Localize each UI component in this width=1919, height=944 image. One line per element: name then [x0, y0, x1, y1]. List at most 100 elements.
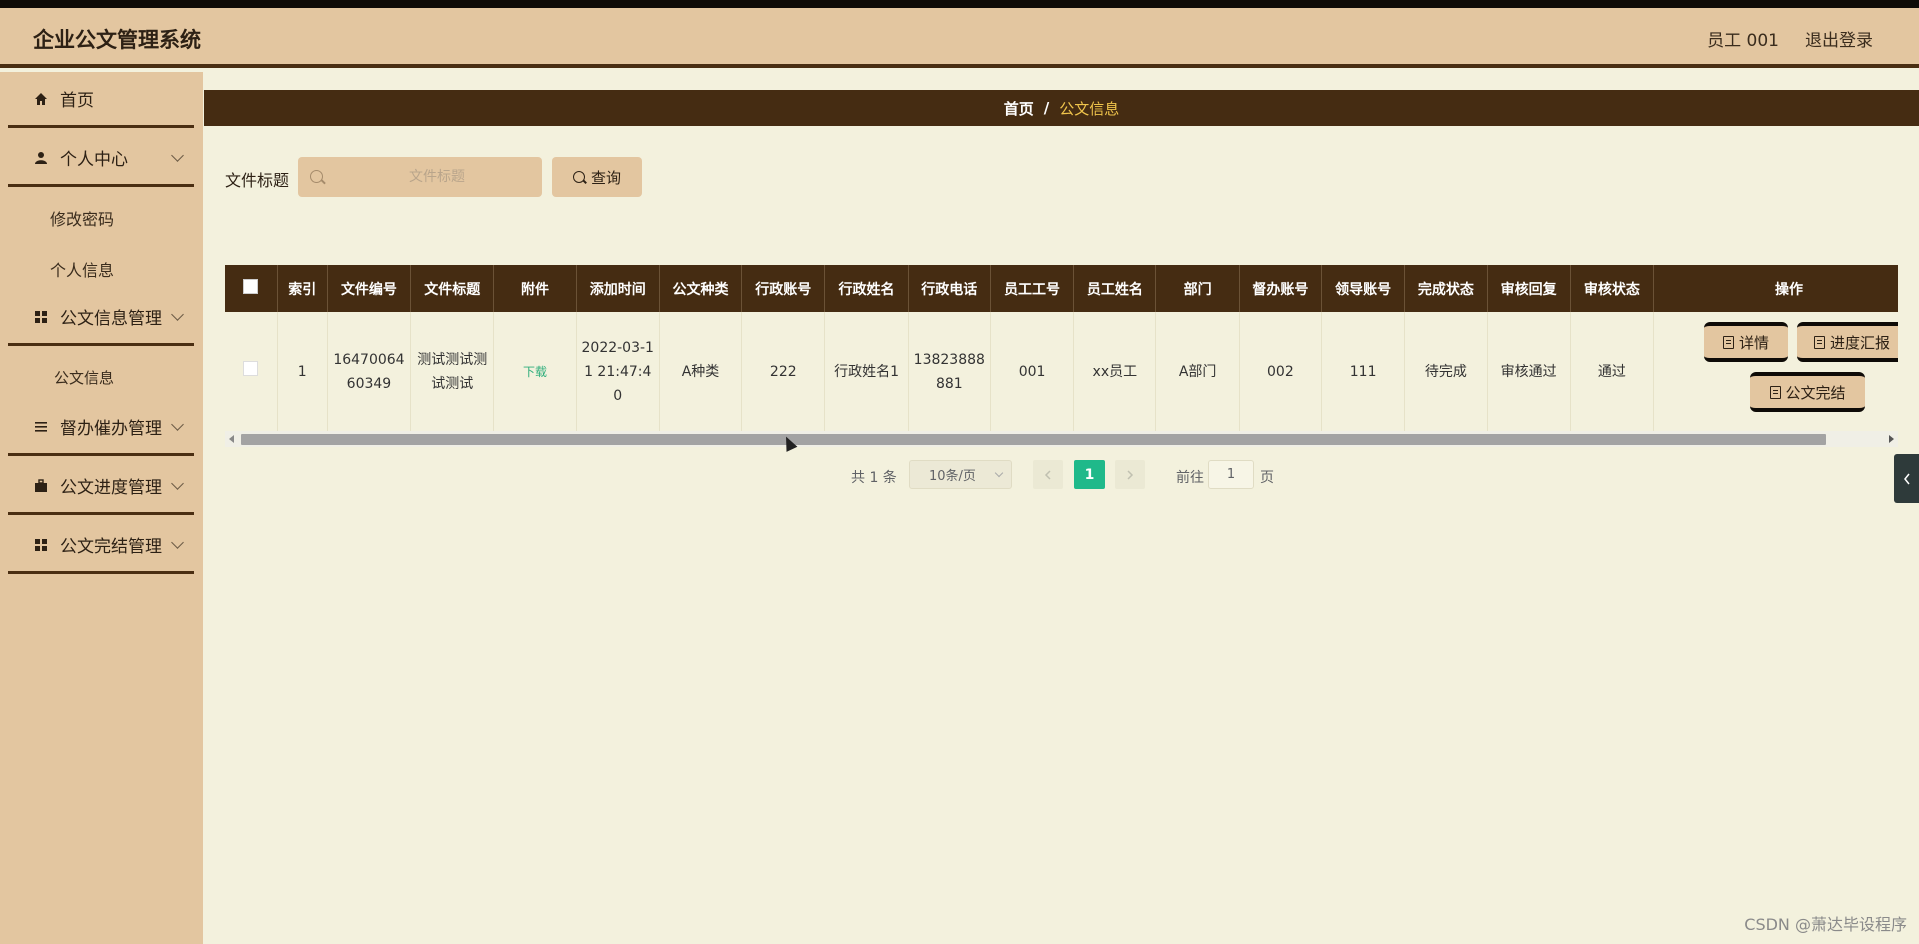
scroll-left-icon[interactable] [229, 435, 234, 443]
header-right: 员工 001 退出登录 [1707, 26, 1873, 51]
breadcrumb-current: 公文信息 [1059, 99, 1120, 118]
home-icon [32, 90, 50, 108]
table-header-row: 索引 文件编号 文件标题 附件 添加时间 公文种类 行政账号 行政姓名 行政电话… [225, 265, 1898, 312]
column-header: 行政账号 [741, 265, 826, 312]
search-label: 文件标题 [225, 171, 290, 190]
chevron-down-icon [171, 149, 184, 162]
header: 企业公文管理系统 员工 001 退出登录 [0, 8, 1919, 68]
next-page-button[interactable] [1115, 460, 1145, 489]
sidebar-item-document-info-management[interactable]: 公文信息管理 [8, 290, 194, 346]
sidebar-item-label: 首页 [60, 91, 94, 111]
main-top-edge [203, 72, 1919, 84]
cell-title: 测试测试测试测试 [410, 312, 495, 433]
column-header: 部门 [1155, 265, 1240, 312]
column-header: 公文种类 [659, 265, 743, 312]
search-icon [572, 171, 585, 183]
select-all-checkbox[interactable] [243, 279, 259, 294]
detail-button[interactable]: 详情 [1704, 322, 1789, 362]
complete-document-button[interactable]: 公文完结 [1750, 372, 1866, 412]
column-header: 索引 [277, 265, 328, 312]
cell-actions: 详情 进度汇报 公文完结 [1653, 312, 1898, 433]
cell-supervisor: 002 [1239, 312, 1323, 433]
app-title: 企业公文管理系统 [33, 28, 201, 52]
select-all-cell [225, 265, 278, 312]
page-size-select[interactable]: 10条/页 [909, 460, 1012, 489]
column-header: 行政姓名 [824, 265, 909, 312]
cell-index: 1 [277, 312, 328, 433]
row-checkbox[interactable] [243, 361, 259, 376]
grid-icon [32, 536, 50, 554]
cell-admin-phone: 13823888881 [908, 312, 991, 433]
cell-leader: 111 [1321, 312, 1406, 433]
sidebar-item-label: 公文信息管理 [60, 309, 162, 329]
action-buttons: 详情 进度汇报 公文完结 [1654, 312, 1898, 432]
pagination-total: 共 1 条 [851, 470, 897, 486]
progress-report-button-label: 进度汇报 [1830, 334, 1891, 352]
cell-category: A种类 [659, 312, 743, 433]
cell-attachment: 下载 [493, 312, 577, 433]
search-icon [310, 170, 323, 183]
page-number-current[interactable]: 1 [1074, 460, 1105, 489]
scroll-right-icon[interactable] [1889, 435, 1894, 443]
breadcrumb-home[interactable]: 首页 [1004, 98, 1034, 119]
chevron-down-icon [171, 536, 184, 549]
current-user[interactable]: 员工 001 [1707, 26, 1779, 51]
chevron-right-icon [1127, 469, 1134, 480]
sidebar-item-label: 公文进度管理 [60, 478, 162, 498]
sidebar-subitem-document-info[interactable]: 公文信息 [54, 367, 114, 388]
sidebar-item-label: 个人中心 [60, 150, 128, 170]
column-header: 督办账号 [1239, 265, 1323, 312]
list-icon [32, 418, 50, 436]
briefcase-icon [32, 477, 50, 495]
column-header: 员工姓名 [1073, 265, 1157, 312]
user-icon [32, 149, 50, 167]
logout-link[interactable]: 退出登录 [1805, 26, 1873, 51]
query-button-label: 查询 [590, 169, 621, 187]
column-header: 文件标题 [410, 265, 495, 312]
chevron-down-icon [171, 308, 184, 321]
cell-review-reply: 审核通过 [1487, 312, 1571, 433]
sidebar-item-supervision-management[interactable]: 督办催办管理 [8, 400, 194, 456]
sidebar-item-personal-center[interactable]: 个人中心 [8, 131, 194, 187]
sidebar: 首页 个人中心 修改密码 个人信息 公文信息管理 公文信息 督办催办管理 公文进… [0, 72, 203, 944]
sidebar-subitem-personal-info[interactable]: 个人信息 [50, 257, 114, 281]
side-collapse-tab[interactable] [1894, 454, 1919, 503]
page-size-value: 10条/页 [929, 469, 976, 484]
cell-dept: A部门 [1155, 312, 1240, 433]
row-select-cell [225, 312, 278, 433]
data-table: 索引 文件编号 文件标题 附件 添加时间 公文种类 行政账号 行政姓名 行政电话… [225, 265, 1898, 447]
download-link[interactable]: 下载 [523, 365, 547, 379]
cell-staff-name: xx员工 [1073, 312, 1157, 433]
scrollbar-thumb[interactable] [241, 434, 1826, 445]
chevron-down-icon [171, 477, 184, 490]
sidebar-item-home[interactable]: 首页 [8, 72, 194, 128]
detail-button-label: 详情 [1739, 334, 1770, 352]
table-row: 1 1647006460349 测试测试测试测试 下载 2022-03-11 2… [225, 312, 1898, 433]
grid-icon [32, 308, 50, 326]
query-button[interactable]: 查询 [552, 157, 642, 197]
document-icon [1723, 335, 1735, 349]
prev-page-button[interactable] [1033, 460, 1063, 489]
cell-file-no: 1647006460349 [327, 312, 412, 433]
sidebar-subitem-change-password[interactable]: 修改密码 [50, 206, 114, 230]
progress-report-button[interactable]: 进度汇报 [1797, 322, 1898, 362]
cell-added-time: 2022-03-11 21:47:40 [576, 312, 660, 433]
column-header: 审核状态 [1570, 265, 1655, 312]
column-header: 审核回复 [1487, 265, 1571, 312]
goto-page-input[interactable] [1208, 460, 1254, 489]
horizontal-scrollbar[interactable] [225, 431, 1898, 447]
sidebar-item-completion-management[interactable]: 公文完结管理 [8, 518, 194, 574]
cell-done-status: 待完成 [1404, 312, 1488, 433]
column-header: 领导账号 [1321, 265, 1406, 312]
sidebar-item-progress-management[interactable]: 公文进度管理 [8, 459, 194, 515]
cell-admin-account: 222 [741, 312, 826, 433]
breadcrumb-separator: / [1043, 99, 1050, 117]
complete-document-button-label: 公文完结 [1785, 384, 1846, 402]
column-header: 添加时间 [576, 265, 660, 312]
watermark: CSDN @萧达毕设程序 [1744, 915, 1907, 934]
top-strip [0, 0, 1919, 8]
search-input[interactable] [298, 157, 542, 197]
chevron-down-icon [994, 468, 1004, 478]
goto-unit: 页 [1260, 470, 1274, 486]
sidebar-item-label: 督办催办管理 [60, 419, 162, 439]
